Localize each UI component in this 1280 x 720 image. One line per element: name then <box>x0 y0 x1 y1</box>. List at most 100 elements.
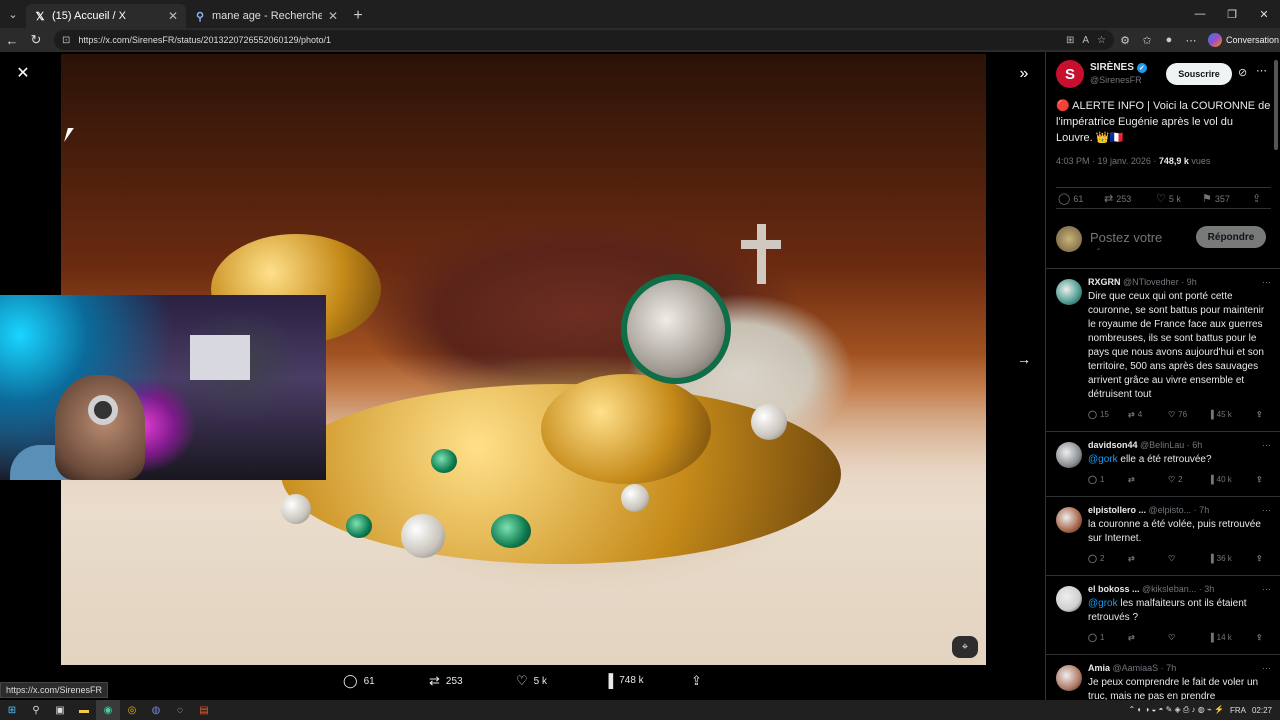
avatar[interactable] <box>1056 507 1082 533</box>
bookmark-button[interactable]: ⚑ 357 <box>1202 192 1230 205</box>
tab-close-icon[interactable]: ✕ <box>328 9 338 23</box>
refresh-icon[interactable]: ↻ <box>24 28 48 52</box>
reply-views-button[interactable]: ▐ 40 k <box>1208 475 1232 484</box>
edge-icon[interactable]: ◉ <box>96 700 120 720</box>
media-alt-icon[interactable]: ⌖ <box>952 636 978 658</box>
subscribe-button[interactable]: Souscrire <box>1166 63 1232 85</box>
media-like-button[interactable]: ♡ 5 k <box>516 673 547 689</box>
minimize-icon[interactable]: — <box>1184 0 1216 28</box>
reply-handle[interactable]: @AamiaaS · 7h <box>1113 663 1177 673</box>
reply-mention[interactable]: @gork <box>1088 454 1118 465</box>
media-views-button[interactable]: ▐ 748 k <box>604 673 644 688</box>
reply-repost-button[interactable]: ⇄ <box>1128 554 1138 563</box>
media-share-button[interactable]: ⇪ <box>691 673 702 689</box>
reply-reply-button[interactable]: ◯ 1 <box>1088 633 1104 642</box>
grok-icon[interactable]: ⊘ <box>1238 66 1247 79</box>
reply-author[interactable]: Amia <box>1088 663 1110 673</box>
back-arrow-icon[interactable]: ← <box>0 28 24 52</box>
reply-like-button[interactable]: ♡ 2 <box>1168 475 1183 484</box>
reply-author[interactable]: elpistollero ... <box>1088 505 1146 515</box>
reply-views-button[interactable]: ▐ 14 k <box>1208 633 1232 642</box>
author-name-row[interactable]: SIRÈNES ✓ <box>1090 62 1147 73</box>
browser-menu-icon[interactable]: ⋯ <box>1180 34 1202 47</box>
reply-author[interactable]: RXGRN <box>1088 277 1121 287</box>
extensions-icon[interactable]: ⚙ <box>1114 34 1136 47</box>
tab-close-icon[interactable]: ✕ <box>168 9 178 23</box>
reply-handle[interactable]: @kiksleban... · 3h <box>1142 584 1214 594</box>
avatar[interactable] <box>1056 279 1082 305</box>
reply-repost-button[interactable]: ⇄ 4 <box>1128 410 1142 419</box>
reply-item[interactable]: el bokoss ... @kiksleban... · 3h ⋯ @grok… <box>1046 575 1280 654</box>
reply-item[interactable]: elpistollero ... @elpisto... · 7h ⋯ la c… <box>1046 496 1280 575</box>
site-info-icon[interactable]: ⊡ <box>62 35 70 46</box>
windows-start-icon[interactable]: ⊞ <box>0 700 24 720</box>
favorite-star-icon[interactable]: ☆ <box>1097 35 1106 46</box>
more-icon[interactable]: ⋯ <box>1262 584 1271 595</box>
window-close-icon[interactable]: ✕ <box>1248 0 1280 28</box>
more-icon[interactable]: ⋯ <box>1256 64 1267 77</box>
reply-share-button[interactable]: ⇪ <box>1256 633 1263 642</box>
tab-actions-icon[interactable]: ⌄ <box>0 0 26 28</box>
clock[interactable]: 02:27 <box>1252 706 1272 715</box>
read-aloud-icon[interactable]: A <box>1082 35 1089 46</box>
reply-repost-button[interactable]: ⇄ <box>1128 475 1138 484</box>
reply-share-button[interactable]: ⇪ <box>1256 475 1263 484</box>
reply-item[interactable]: Amia @AamiaaS · 7h ⋯ Je peux comprendre … <box>1046 654 1280 702</box>
reply-reply-button[interactable]: ◯ 1 <box>1088 475 1104 484</box>
widgets-icon[interactable]: ▣ <box>48 700 72 720</box>
repost-button[interactable]: ⇄ 253 <box>1104 192 1131 205</box>
reply-input[interactable]: Postez votre réponse <box>1090 230 1190 250</box>
reply-share-button[interactable]: ⇪ <box>1256 554 1263 563</box>
reply-reply-button[interactable]: ◯ 15 <box>1088 410 1109 419</box>
close-icon[interactable]: ✕ <box>14 64 32 82</box>
more-icon[interactable]: ⋯ <box>1262 440 1271 451</box>
avatar[interactable] <box>1056 442 1082 468</box>
avatar[interactable]: S <box>1056 60 1084 88</box>
reply-handle[interactable]: @BelinLau · 6h <box>1140 440 1202 450</box>
favorites-icon[interactable]: ✩ <box>1136 34 1158 47</box>
reply-button[interactable]: ◯ 61 <box>1058 192 1083 205</box>
address-bar[interactable]: ⊡ https://x.com/SirenesFR/status/2013220… <box>54 30 1114 50</box>
reply-views-button[interactable]: ▐ 36 k <box>1208 554 1232 563</box>
more-icon[interactable]: ⋯ <box>1262 505 1271 516</box>
restore-icon[interactable]: ❐ <box>1216 0 1248 28</box>
avatar[interactable] <box>1056 665 1082 691</box>
more-icon[interactable]: ⋯ <box>1262 663 1271 674</box>
tweet-time[interactable]: 4:03 PM · 19 janv. 2026 · <box>1056 156 1159 166</box>
reply-handle[interactable]: @elpisto... · 7h <box>1149 505 1210 515</box>
chrome-icon[interactable]: ◎ <box>120 700 144 720</box>
reply-author[interactable]: el bokoss ... <box>1088 584 1140 594</box>
tray-icons[interactable]: ⌃ ◐ ◑ ◒ ◓ ✎ ◈ ⎙ ♪ ◍ ⌁ ⚡ <box>1128 705 1224 715</box>
reply-submit-button[interactable]: Répondre <box>1196 226 1266 248</box>
reply-author[interactable]: davidson44 <box>1088 440 1138 450</box>
share-button[interactable]: ⇪ <box>1252 192 1261 205</box>
discord-icon[interactable]: ◍ <box>144 700 168 720</box>
reply-repost-button[interactable]: ⇄ <box>1128 633 1138 642</box>
new-tab-icon[interactable]: + <box>346 4 370 28</box>
tab-search[interactable]: ⚲ mane age - Recherche ✕ <box>186 4 346 28</box>
expand-icon[interactable]: » <box>1014 64 1034 84</box>
reply-handle[interactable]: @NTlovedher · 9h <box>1123 277 1197 287</box>
panel-scrollbar[interactable] <box>1274 60 1278 150</box>
search-icon[interactable]: ⚲ <box>24 700 48 720</box>
tab-x-home[interactable]: 𝕏 (15) Accueil / X ✕ <box>26 4 186 28</box>
media-reply-button[interactable]: ◯ 61 <box>343 673 375 689</box>
next-arrow-icon[interactable]: → <box>1014 349 1034 369</box>
obs-icon[interactable]: ◌ <box>168 700 192 720</box>
reply-like-button[interactable]: ♡ 76 <box>1168 410 1187 419</box>
reply-views-button[interactable]: ▐ 45 k <box>1208 410 1232 419</box>
app-icon[interactable]: ▤ <box>192 700 216 720</box>
copilot-conversation-button[interactable]: Conversation <box>1208 33 1279 47</box>
language-indicator[interactable]: FRA <box>1230 706 1246 715</box>
reply-like-button[interactable]: ♡ <box>1168 554 1178 563</box>
reply-like-button[interactable]: ♡ <box>1168 633 1178 642</box>
reply-reply-button[interactable]: ◯ 2 <box>1088 554 1104 563</box>
author-handle[interactable]: @SirenesFR <box>1090 75 1142 85</box>
more-icon[interactable]: ⋯ <box>1262 277 1271 288</box>
avatar[interactable] <box>1056 586 1082 612</box>
apps-icon[interactable]: ⊞ <box>1066 35 1074 46</box>
reply-mention[interactable]: @grok <box>1088 598 1118 609</box>
reply-item[interactable]: RXGRN @NTlovedher · 9h ⋯ Dire que ceux q… <box>1046 268 1280 431</box>
like-button[interactable]: ♡ 5 k <box>1156 192 1181 205</box>
file-explorer-icon[interactable]: ▬ <box>72 700 96 720</box>
